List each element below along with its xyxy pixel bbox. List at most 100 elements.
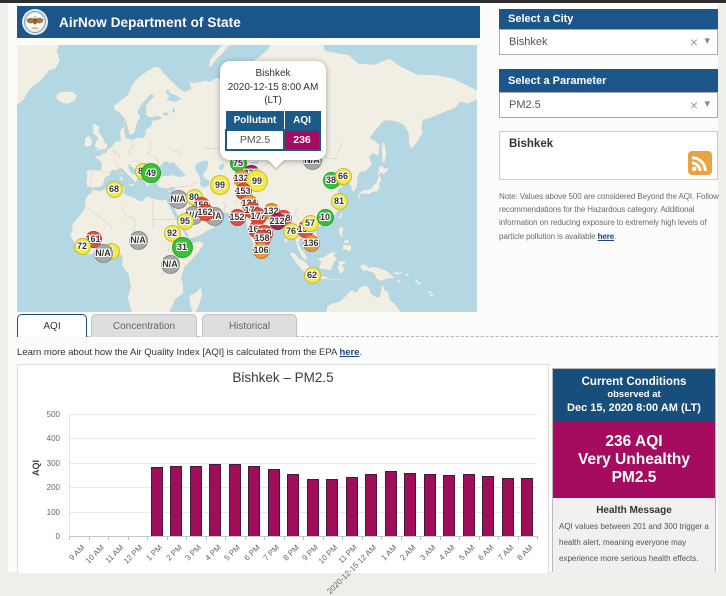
chart-xtick [401,536,402,540]
chart-xtick-label: 11 AM [103,543,125,565]
tab-historical[interactable]: Historical [202,314,297,337]
chart-bar[interactable] [248,466,260,536]
chart-xtick [264,536,265,540]
aqi-marker[interactable]: 66 [335,168,352,185]
city-select-value: Bishkek [509,36,548,48]
feed-city-title: Bishkek [509,138,553,150]
chart-bar[interactable] [151,467,163,536]
chart-xtick-label: 8 PM [281,543,301,563]
tooltip-aqi-value: 236 [284,130,320,150]
chart-bar[interactable] [209,464,221,536]
aqi-marker[interactable]: 10 [317,209,334,226]
tab-concentration[interactable]: Concentration [91,314,197,337]
rss-icon[interactable] [688,151,712,175]
chart-bar[interactable] [229,464,241,536]
aqi-marker[interactable]: 81 [331,193,348,210]
aqi-marker[interactable]: 68 [106,181,123,198]
chart-y-axis-line [69,414,70,536]
aqi-marker[interactable]: 57 [302,215,319,232]
city-select[interactable]: Bishkek × ▾ [499,29,718,55]
chart-bar[interactable] [502,478,514,536]
tooltip-aqi-header: AQI [284,111,320,130]
chart-bar[interactable] [287,474,299,536]
current-conditions-panel: Current Conditions observed at Dec 15, 2… [552,368,716,572]
chart-xtick [362,536,363,540]
parameter-dropdown-icon[interactable]: ▾ [704,93,710,117]
note-here-link[interactable]: here [598,232,615,241]
aqi-marker[interactable]: N/A [129,231,148,250]
chart-bar[interactable] [443,475,455,536]
aqi-marker[interactable]: 99 [210,175,230,195]
current-aqi-category: Very Unhealthy [553,451,715,469]
chart-bar[interactable] [482,476,494,536]
chart-gridline [69,438,537,439]
tab-aqi[interactable]: AQI [17,314,87,337]
chart-bar[interactable] [424,474,436,536]
chart-xtick-label: 1 PM [145,543,165,563]
chart-xtick [498,536,499,540]
aqi-marker[interactable]: 162 [197,204,214,221]
chart-xtick-label: 2 PM [164,543,184,563]
chart-bar[interactable] [170,466,182,536]
tooltip-city: Bishkek [220,67,326,81]
chart-xtick [440,536,441,540]
chart-ytick-label: 300 [32,459,60,468]
aqi-marker[interactable]: 136 [303,235,320,252]
chart-xtick-label: 4 PM [203,543,223,563]
parameter-select-value: PM2.5 [509,99,541,111]
current-aqi-block: 236 AQI Very Unhealthy PM2.5 [553,422,715,498]
chart-xtick [479,536,480,540]
health-message-text: AQI values between 201 and 300 trigger a… [559,519,709,566]
aqi-marker[interactable]: 106 [253,242,270,259]
aqi-marker[interactable]: N/A [169,190,188,209]
current-conditions-header: Current Conditions observed at Dec 15, 2… [553,369,715,422]
chart-bar[interactable] [190,466,202,536]
chart-xtick-label: 12 PM [122,543,145,566]
city-dropdown-icon[interactable]: ▾ [704,30,710,54]
note-suffix: . [614,232,616,241]
learn-more-body: Learn more about how the Air Quality Ind… [17,347,339,358]
aqi-marker[interactable]: 49 [141,163,161,183]
tooltip-pollutant-value: PM2.5 [226,130,284,150]
aqi-marker[interactable]: 31 [172,237,193,258]
chart-xtick [420,536,421,540]
select-parameter-label: Select a Parameter [499,69,718,92]
chart-bar[interactable] [326,479,338,536]
chart-bar[interactable] [307,479,319,536]
chart-title: Bishkek – PM2.5 [18,370,548,385]
tooltip-timezone: (LT) [220,94,326,108]
aqi-marker[interactable]: 152 [229,209,246,226]
chart-xtick [518,536,519,540]
chart-bar[interactable] [404,473,416,536]
aqi-marker[interactable]: 62 [304,267,321,284]
observed-time: Dec 15, 2020 8:00 AM (LT) [553,401,715,415]
chart-bar[interactable] [268,469,280,536]
learn-more-here-link[interactable]: here [339,347,359,358]
chart-xtick [342,536,343,540]
chart-bar[interactable] [365,474,377,536]
chart-bar[interactable] [521,478,533,536]
city-clear-icon[interactable]: × [690,30,698,54]
feed-box: Bishkek [499,131,718,180]
select-city-label: Select a City [499,9,718,29]
chart-xtick [303,536,304,540]
chart-xtick-label: 5 AM [457,543,476,562]
chart-xtick [147,536,148,540]
chart-xtick-label: 8 AM [515,543,534,562]
chart-xtick [245,536,246,540]
chart-bar[interactable] [385,471,397,536]
world-aqi-map[interactable]: 844968N/A8099159N/AN/A162959231N/AN/A161… [17,45,477,312]
aqi-marker[interactable]: 95 [177,213,194,230]
parameter-clear-icon[interactable]: × [690,93,698,117]
chart-bar[interactable] [346,477,358,536]
chart-ytick-label: 400 [32,434,60,443]
current-aqi-pollutant: PM2.5 [553,469,715,487]
tooltip-table: Pollutant AQI PM2.5 236 [225,111,321,151]
aqi-marker[interactable]: N/A [161,255,180,274]
parameter-select[interactable]: PM2.5 × ▾ [499,92,718,118]
aqi-marker[interactable]: 72 [74,238,91,255]
chart-bar[interactable] [463,474,475,536]
aqi-marker[interactable]: N/A [94,244,113,263]
learn-more-text: Learn more about how the Air Quality Ind… [17,347,557,358]
chart-xtick [381,536,382,540]
